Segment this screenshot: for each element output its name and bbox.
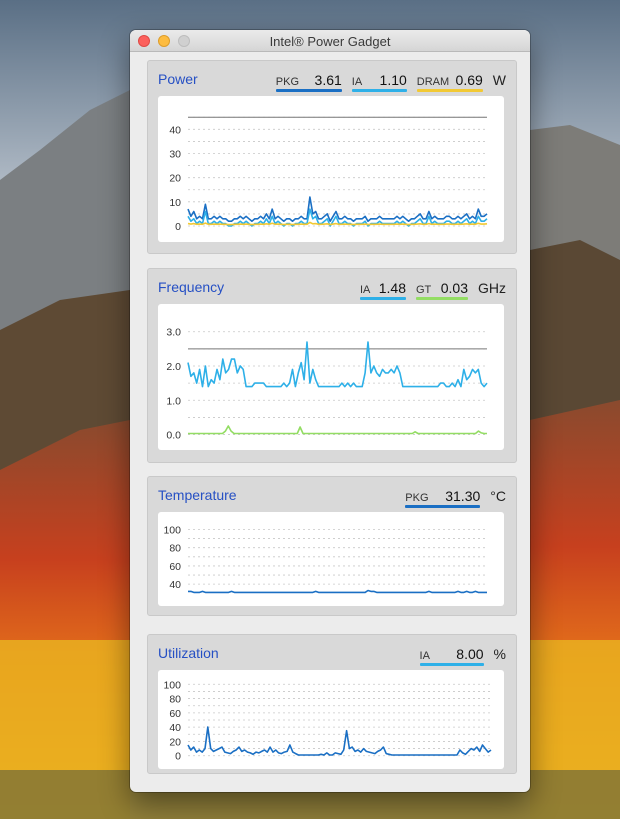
temperature-pkg-readout: PKG 31.30 — [405, 488, 481, 508]
power-y-tick-label: 20 — [169, 173, 181, 185]
power-ia-label: IA — [351, 76, 363, 88]
frequency-gt-series-line — [188, 425, 487, 435]
utilization-ia-color-bar — [419, 663, 484, 666]
utilization-y-tick-label: 100 — [163, 679, 181, 691]
frequency-ia-value: 1.48 — [378, 280, 406, 296]
power-y-tick-label: 0 — [175, 221, 181, 233]
power-title: Power — [158, 71, 198, 87]
power-chart: 0 10 20 30 40 — [158, 96, 504, 242]
utilization-ia-label: IA — [419, 650, 430, 662]
power-pkg-color-bar — [275, 89, 342, 92]
power-dram-color-bar — [416, 89, 483, 92]
power-pkg-label: PKG — [275, 76, 300, 88]
power-ia-color-bar — [351, 89, 407, 92]
power-pkg-series-line — [187, 196, 488, 222]
frequency-chart: 0.0 1.0 2.0 3.0 — [158, 304, 504, 450]
utilization-y-tick-label: 80 — [169, 694, 181, 706]
temperature-pkg-value: 31.30 — [445, 488, 481, 504]
frequency-y-tick-label: 1.0 — [166, 395, 181, 407]
frequency-ia-color-bar — [360, 297, 406, 300]
power-readouts: PKG 3.61 IA 1.10 DRAM 0.69 W — [275, 72, 506, 92]
frequency-panel: Frequency IA 1.48 GT 0.03 GHz 0.0 1.0 2.0 3… — [147, 268, 517, 463]
power-dram-readout: DRAM 0.69 — [416, 72, 483, 92]
temperature-pkg-series-line — [188, 589, 487, 594]
window-title: Intel® Power Gadget — [269, 34, 391, 49]
frequency-chart-svg: 0.0 1.0 2.0 3.0 — [166, 327, 488, 442]
temperature-chart: 40 60 80 100 — [158, 512, 504, 606]
power-chart-svg: 0 10 20 30 40 — [169, 116, 488, 233]
power-ia-value: 1.10 — [379, 72, 407, 88]
frequency-ia-readout: IA 1.48 — [360, 280, 406, 300]
utilization-y-tick-label: 60 — [169, 708, 181, 720]
temperature-unit: °C — [490, 488, 506, 504]
utilization-chart: 0 20 40 60 80 100 — [158, 670, 504, 769]
temperature-panel: Temperature PKG 31.30 °C 40 60 80 100 — [147, 476, 517, 616]
frequency-ia-label: IA — [360, 284, 371, 296]
utilization-panel: Utilization IA 8.00 % 0 20 40 60 80 100 — [147, 634, 517, 774]
title-bar[interactable]: Intel® Power Gadget — [130, 30, 530, 52]
utilization-readouts: IA 8.00 % — [419, 646, 506, 666]
utilization-title: Utilization — [158, 645, 219, 661]
utilization-y-tick-label: 40 — [169, 722, 181, 734]
temperature-pkg-label: PKG — [405, 492, 429, 504]
power-panel: Power PKG 3.61 IA 1.10 DRAM 0.69 W 0 10 20… — [147, 60, 517, 254]
power-pkg-readout: PKG 3.61 — [275, 72, 342, 92]
power-y-tick-label: 10 — [169, 197, 181, 209]
temperature-chart-svg: 40 60 80 100 — [163, 524, 487, 594]
utilization-chart-svg: 0 20 40 60 80 100 — [163, 679, 492, 763]
power-y-tick-label: 40 — [169, 124, 181, 136]
power-pkg-value: 3.61 — [314, 72, 342, 88]
frequency-title: Frequency — [158, 279, 225, 295]
power-gadget-window: Intel® Power Gadget Power PKG 3.61 IA 1.… — [130, 30, 530, 792]
temperature-y-tick-label: 100 — [163, 524, 181, 536]
power-dram-value: 0.69 — [455, 72, 483, 88]
temperature-y-tick-label: 40 — [169, 579, 181, 591]
power-y-tick-label: 30 — [169, 149, 181, 161]
power-dram-label: DRAM — [416, 76, 450, 88]
power-ia-readout: IA 1.10 — [351, 72, 407, 92]
frequency-readouts: IA 1.48 GT 0.03 GHz — [360, 280, 506, 300]
frequency-gt-color-bar — [416, 297, 468, 300]
frequency-y-tick-label: 3.0 — [166, 327, 181, 339]
temperature-pkg-color-bar — [405, 505, 481, 508]
frequency-y-tick-label: 0.0 — [166, 430, 181, 442]
power-dram-series-line — [187, 221, 488, 226]
frequency-y-tick-label: 2.0 — [166, 361, 181, 373]
temperature-title: Temperature — [158, 487, 237, 503]
frequency-gt-readout: GT 0.03 — [416, 280, 468, 300]
frequency-unit: GHz — [478, 280, 506, 296]
utilization-unit: % — [493, 646, 506, 662]
utilization-y-tick-label: 0 — [175, 751, 181, 763]
temperature-readouts: PKG 31.30 °C — [405, 488, 506, 508]
frequency-gt-label: GT — [416, 284, 432, 296]
power-unit: W — [492, 72, 506, 88]
utilization-ia-readout: IA 8.00 — [419, 646, 484, 666]
frequency-gt-value: 0.03 — [440, 280, 468, 296]
utilization-y-tick-label: 20 — [169, 736, 181, 748]
temperature-y-tick-label: 60 — [169, 561, 181, 573]
temperature-y-tick-label: 80 — [169, 543, 181, 555]
utilization-ia-value: 8.00 — [456, 646, 484, 662]
